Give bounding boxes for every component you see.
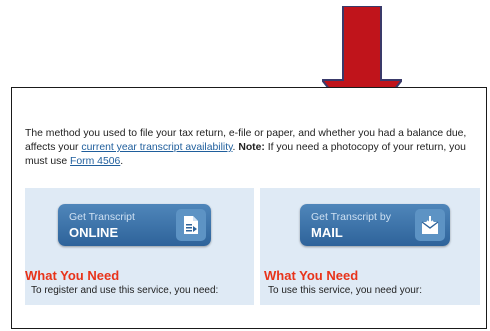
- button-line1: Get Transcript by: [311, 211, 391, 223]
- envelope-icon: [415, 209, 445, 241]
- intro-paragraph: The method you used to file your tax ret…: [25, 128, 467, 167]
- what-you-need-description: To use this service, you need your:: [268, 285, 422, 296]
- transcript-availability-link[interactable]: current year transcript availability: [81, 142, 232, 153]
- what-you-need-heading: What You Need: [25, 268, 120, 283]
- online-panel: Get Transcript ONLINE What You Need To r…: [25, 188, 254, 305]
- form-4506-link[interactable]: Form 4506: [70, 156, 120, 167]
- what-you-need-heading: What You Need: [264, 268, 359, 283]
- document-icon: [176, 209, 206, 241]
- get-transcript-mail-button[interactable]: Get Transcript by MAIL: [300, 204, 450, 246]
- button-line2: ONLINE: [69, 225, 119, 240]
- mail-panel: Get Transcript by MAIL What You Need To …: [260, 188, 480, 305]
- button-line1: Get Transcript: [69, 211, 135, 223]
- what-you-need-description: To register and use this service, you ne…: [31, 285, 219, 296]
- button-line2: MAIL: [311, 225, 343, 240]
- get-transcript-online-button[interactable]: Get Transcript ONLINE: [58, 204, 211, 246]
- note-label: Note:: [238, 142, 265, 153]
